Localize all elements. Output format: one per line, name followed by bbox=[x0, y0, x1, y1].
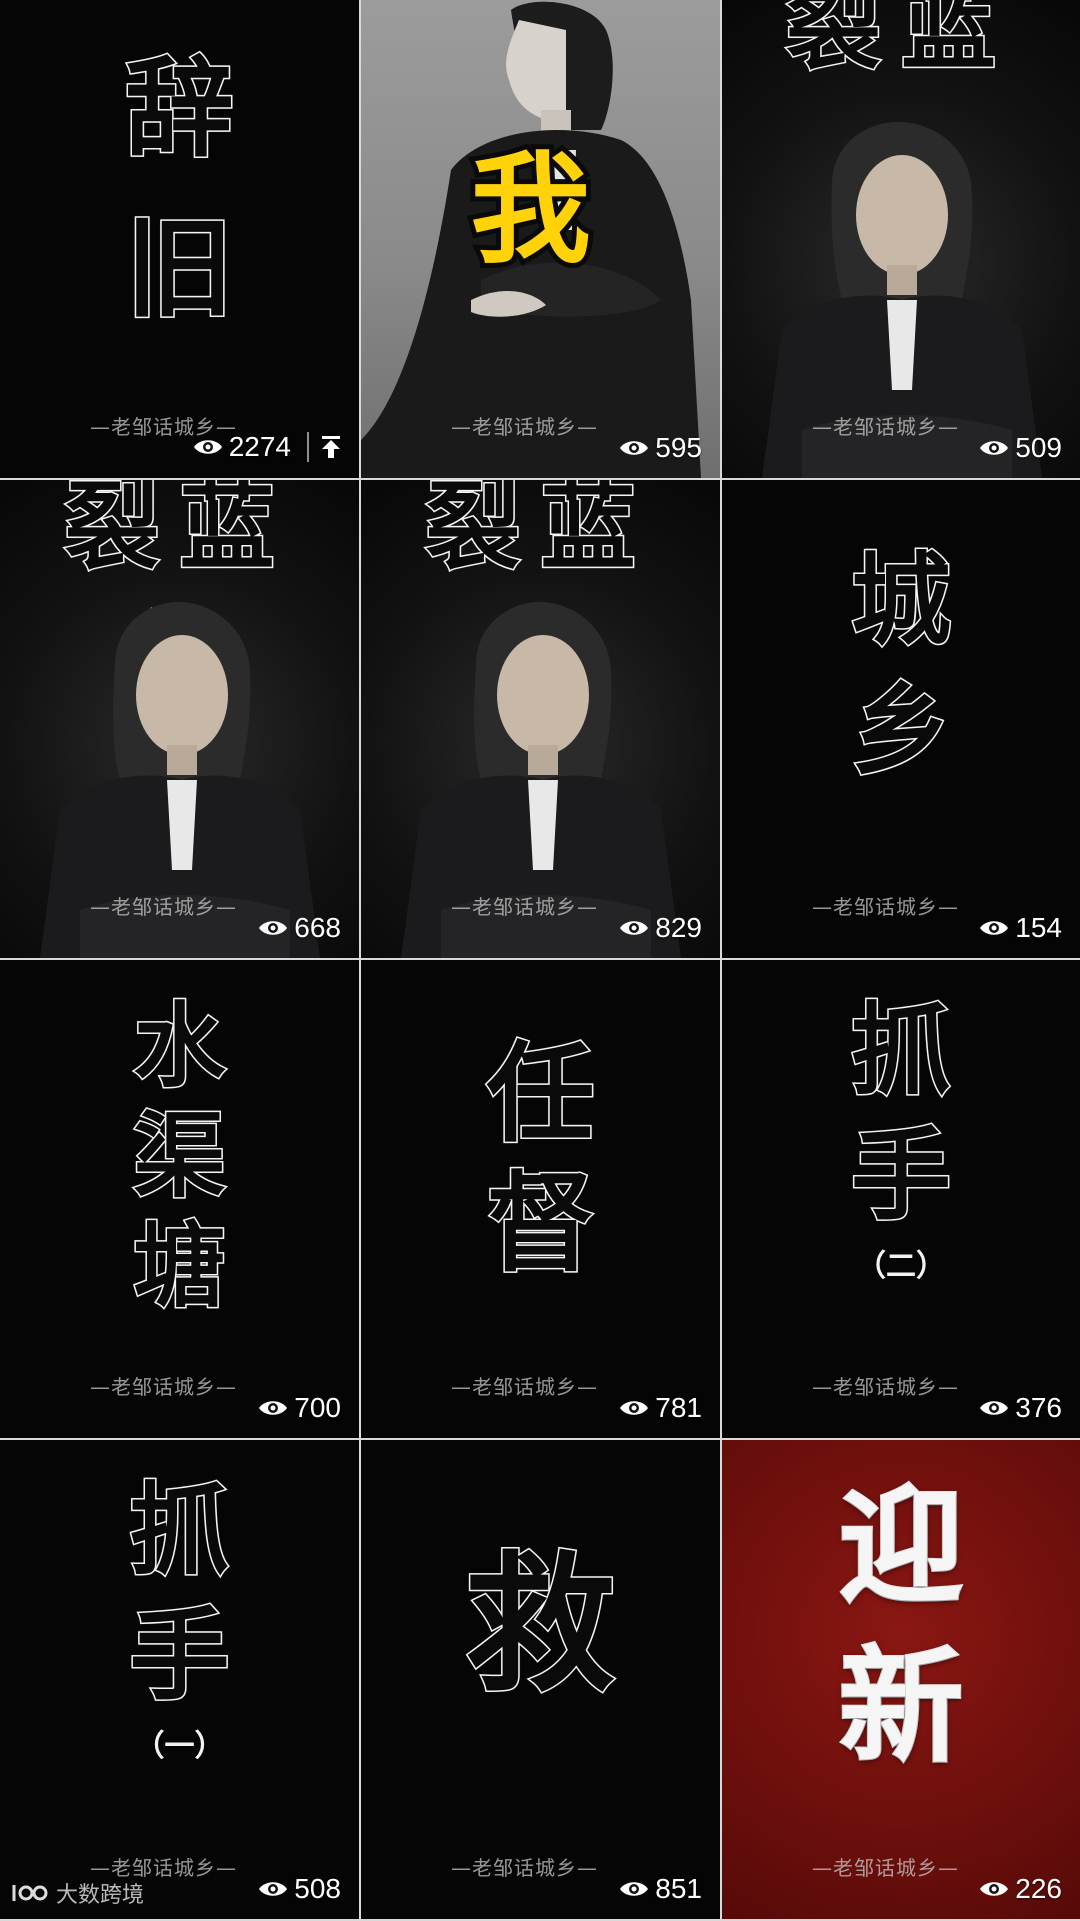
portrait-figure bbox=[401, 601, 681, 958]
tile-title-char: 救 bbox=[464, 1537, 617, 1713]
view-count-value: 700 bbox=[294, 1392, 341, 1423]
tile-title-char: 督 bbox=[485, 1161, 596, 1287]
video-tile[interactable]: 裂蓝 （一） —老邹话城乡— 829 bbox=[361, 480, 720, 958]
watermark: —老邹话城乡— bbox=[451, 895, 598, 919]
brand-logo: 大数跨境 bbox=[10, 1877, 144, 1909]
portrait-figure bbox=[40, 601, 320, 958]
tile-subtitle: （一） bbox=[134, 1729, 225, 1764]
video-tile[interactable]: 抓 手 （一） —老邹话城乡— 508 大数跨境 bbox=[0, 1440, 359, 1919]
tile-title-char: 任 bbox=[485, 1031, 596, 1157]
video-tile[interactable]: 辞 旧 —老邹话城乡— 2274 bbox=[0, 0, 359, 478]
watermark: —老邹话城乡— bbox=[451, 1375, 598, 1399]
tile-title-char: 乡 bbox=[850, 671, 953, 789]
eye-icon bbox=[620, 1401, 649, 1415]
tile-title-char: 辞 bbox=[124, 46, 235, 172]
view-count-value: 376 bbox=[1015, 1392, 1062, 1423]
tile-title-char: 新 bbox=[838, 1634, 965, 1780]
view-count: 509 bbox=[979, 434, 1062, 462]
watermark: —老邹话城乡— bbox=[90, 1375, 237, 1399]
view-count: 226 bbox=[979, 1875, 1062, 1903]
view-count: 376 bbox=[979, 1394, 1062, 1422]
video-tile[interactable]: 水 渠 塘 —老邹话城乡— 700 bbox=[0, 960, 359, 1438]
eye-icon bbox=[980, 1882, 1009, 1896]
video-tile[interactable]: 裂蓝 （二） —老邹话城乡— 668 bbox=[0, 480, 359, 958]
eye-icon bbox=[620, 1882, 649, 1896]
view-count: 781 bbox=[619, 1394, 702, 1422]
watermark: —老邹话城乡— bbox=[812, 415, 959, 439]
eye-icon bbox=[259, 921, 288, 935]
eye-icon bbox=[259, 1401, 288, 1415]
view-count: 700 bbox=[258, 1394, 341, 1422]
view-count-value: 2274 bbox=[228, 431, 291, 462]
watermark: —老邹话城乡— bbox=[451, 415, 598, 439]
view-count: 829 bbox=[619, 914, 702, 942]
video-tile[interactable]: 城 乡 —老邹话城乡— 154 bbox=[722, 480, 1080, 958]
tile-title-char: 手 bbox=[850, 1116, 953, 1234]
view-count: 508 bbox=[258, 1875, 341, 1903]
eye-icon bbox=[980, 1401, 1009, 1415]
tile-title-char: 抓 bbox=[128, 1471, 231, 1589]
view-count: 851 bbox=[619, 1875, 702, 1903]
tile-title-char: 我 bbox=[466, 139, 596, 280]
pin-top-icon bbox=[307, 432, 341, 462]
video-tile[interactable]: 我 —老邹话城乡— 595 bbox=[361, 0, 720, 478]
eye-icon bbox=[193, 440, 222, 454]
eye-icon bbox=[620, 441, 649, 455]
view-count-value: 668 bbox=[294, 912, 341, 943]
portrait-figure bbox=[762, 121, 1042, 478]
tile-title-char: 塘 bbox=[132, 1212, 227, 1320]
view-count: 2274 bbox=[193, 432, 341, 462]
brand-logo-text: 大数跨境 bbox=[56, 1883, 145, 1908]
video-grid: 辞 旧 —老邹话城乡— 2274 我 —老邹话城乡— 595 裂蓝 —老邹话城乡… bbox=[0, 0, 1080, 1921]
watermark: —老邹话城乡— bbox=[812, 1856, 959, 1880]
video-tile[interactable]: 裂蓝 （三） —老邹话城乡— 509 bbox=[722, 0, 1080, 478]
watermark: —老邹话城乡— bbox=[812, 1375, 959, 1399]
view-count-value: 509 bbox=[1015, 432, 1062, 463]
video-tile[interactable]: 迎 新 —老邹话城乡— 226 bbox=[722, 1440, 1080, 1919]
tile-title-char: 抓 bbox=[850, 991, 953, 1109]
watermark: —老邹话城乡— bbox=[812, 895, 959, 919]
view-count: 668 bbox=[258, 914, 341, 942]
brand-logo-icon bbox=[12, 1885, 48, 1901]
view-count: 595 bbox=[619, 434, 702, 462]
view-count-value: 154 bbox=[1015, 912, 1062, 943]
view-count: 154 bbox=[979, 914, 1062, 942]
tile-title-char: 水 bbox=[132, 992, 227, 1100]
tile-title-char: 迎 bbox=[838, 1474, 965, 1620]
view-count-value: 226 bbox=[1015, 1873, 1062, 1904]
eye-icon bbox=[620, 921, 649, 935]
eye-icon bbox=[259, 1882, 288, 1896]
eye-icon bbox=[980, 441, 1009, 455]
watermark: —老邹话城乡— bbox=[451, 1856, 598, 1880]
tile-title-char: 旧 bbox=[124, 206, 235, 332]
view-count-value: 508 bbox=[294, 1873, 341, 1904]
view-count-value: 781 bbox=[655, 1392, 702, 1423]
view-count-value: 829 bbox=[655, 912, 702, 943]
watermark: —老邹话城乡— bbox=[90, 895, 237, 919]
view-count-value: 595 bbox=[655, 432, 702, 463]
tile-title-char: 手 bbox=[128, 1596, 231, 1714]
tile-subtitle: （二） bbox=[856, 1249, 946, 1284]
video-tile[interactable]: 救 —老邹话城乡— 851 bbox=[361, 1440, 720, 1919]
eye-icon bbox=[980, 921, 1009, 935]
tile-title-char: 城 bbox=[850, 541, 953, 659]
video-tile[interactable]: 任 督 —老邹话城乡— 781 bbox=[361, 960, 720, 1438]
tile-title-char: 渠 bbox=[132, 1102, 227, 1210]
view-count-value: 851 bbox=[655, 1873, 702, 1904]
video-tile[interactable]: 抓 手 （二） —老邹话城乡— 376 bbox=[722, 960, 1080, 1438]
